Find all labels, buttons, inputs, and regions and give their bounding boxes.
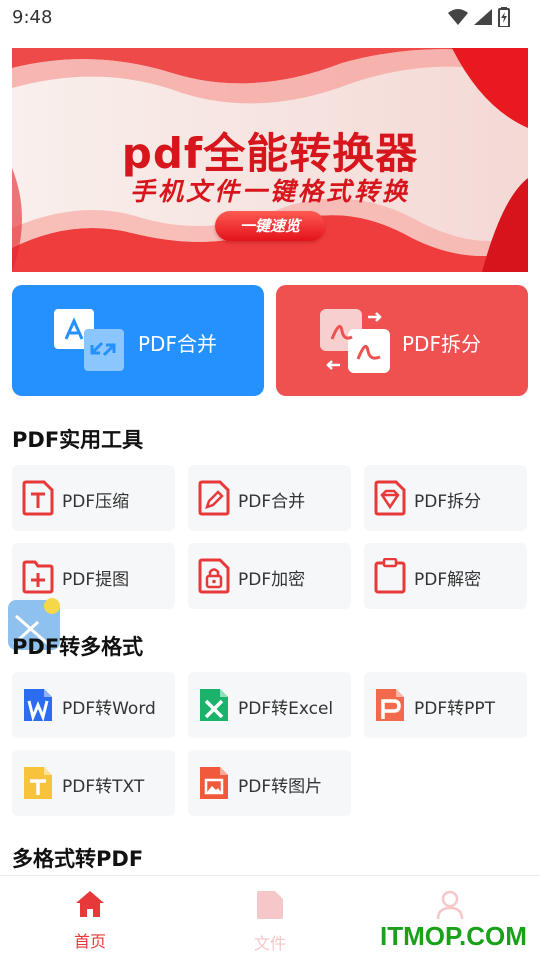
nav-files[interactable]: 文件 <box>230 890 310 954</box>
status-icons <box>448 7 510 27</box>
user-icon <box>436 890 464 920</box>
tool-pdf-compress[interactable]: PDF压缩 <box>12 465 175 531</box>
tool-label: PDF合并 <box>238 492 306 512</box>
promo-banner[interactable]: pdf全能转换器 手机文件一键格式转换 一键速览 <box>12 48 528 272</box>
nav-files-label: 文件 <box>253 934 286 953</box>
image-icon <box>200 767 228 799</box>
tool-label: PDF转图片 <box>238 777 323 797</box>
tool-label: PDF提图 <box>62 570 130 590</box>
ppt-icon <box>376 689 404 721</box>
folder-add-icon <box>22 560 54 594</box>
tool-label: PDF压缩 <box>62 492 130 512</box>
signal-icon <box>474 9 492 25</box>
tool-label: PDF拆分 <box>414 492 482 512</box>
tool-pdf-to-txt[interactable]: PDF转TXT <box>12 750 175 816</box>
tool-pdf-to-excel[interactable]: PDF转Excel <box>188 672 351 738</box>
battery-icon <box>498 7 510 27</box>
compress-icon <box>22 480 54 516</box>
tool-pdf-merge[interactable]: PDF合并 <box>188 465 351 531</box>
nav-home-label: 首页 <box>73 932 106 951</box>
pdf-merge-big-button[interactable]: PDF合并 <box>12 285 264 396</box>
excel-icon <box>200 689 228 721</box>
tool-pdf-encrypt[interactable]: PDF加密 <box>188 543 351 609</box>
pdf-merge-big-label: PDF合并 <box>138 332 217 356</box>
home-icon <box>76 891 104 917</box>
word-icon <box>24 689 52 722</box>
merge-icon <box>54 309 124 371</box>
watermark: ITMOP.COM <box>380 921 527 951</box>
tool-pdf-split[interactable]: PDF拆分 <box>364 465 527 531</box>
status-time: 9:48 <box>12 7 53 28</box>
section-title-pdf-tools: PDF实用工具 <box>12 428 144 452</box>
section-title-formats-to-pdf: 多格式转PDF <box>12 847 144 871</box>
banner-button[interactable]: 一键速览 <box>215 211 325 241</box>
wifi-icon <box>448 9 468 25</box>
status-bar: 9:48 <box>0 0 540 36</box>
nav-home[interactable]: 首页 <box>50 890 130 952</box>
banner-subtitle: 手机文件一键格式转换 <box>129 177 410 206</box>
tool-label: PDF转Word <box>62 699 156 719</box>
tool-pdf-to-ppt[interactable]: PDF转PPT <box>364 672 527 738</box>
tool-label: PDF转PPT <box>414 699 496 719</box>
clipboard-icon <box>374 558 406 594</box>
pdf-split-big-label: PDF拆分 <box>402 332 481 356</box>
lock-icon <box>198 558 230 594</box>
diamond-split-icon <box>374 480 406 516</box>
txt-icon <box>24 767 52 799</box>
split-icon <box>320 309 390 373</box>
tool-label: PDF转TXT <box>62 777 145 797</box>
tool-label: PDF转Excel <box>238 699 334 719</box>
tool-pdf-to-image[interactable]: PDF转图片 <box>188 750 351 816</box>
tool-label: PDF解密 <box>414 570 482 590</box>
tool-pdf-to-word[interactable]: PDF转Word <box>12 672 175 738</box>
tool-pdf-decrypt[interactable]: PDF解密 <box>364 543 527 609</box>
edit-merge-icon <box>198 480 230 516</box>
pdf-split-big-button[interactable]: PDF拆分 <box>276 285 528 396</box>
tool-label: PDF加密 <box>238 570 306 590</box>
section-title-pdf-to-formats: PDF转多格式 <box>12 635 144 659</box>
file-icon <box>257 891 283 919</box>
